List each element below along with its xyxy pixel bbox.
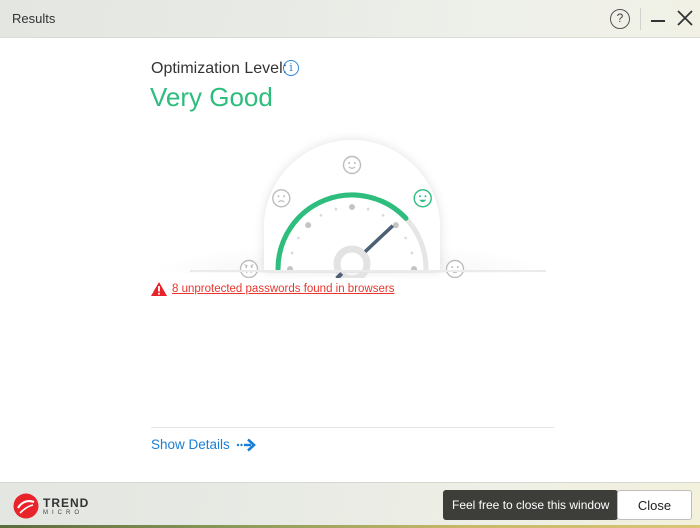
gauge-tick xyxy=(366,207,370,211)
gauge-tick xyxy=(349,204,355,210)
info-icon[interactable]: i xyxy=(283,60,299,76)
results-content: Optimization Level: i Very Good 8 unprot… xyxy=(0,38,700,482)
divider xyxy=(151,427,554,428)
close-button[interactable]: Close xyxy=(617,490,692,520)
brand-name: TREND xyxy=(43,495,90,510)
gauge-graphic xyxy=(239,140,465,278)
gauge-tick xyxy=(319,213,323,217)
close-hint-tooltip: Feel free to close this window xyxy=(443,490,625,520)
sad-face-icon xyxy=(272,189,291,208)
gauge-tick xyxy=(381,213,385,217)
gauge-tick xyxy=(296,236,300,240)
very-happy-face-icon xyxy=(445,259,465,278)
happy-face-icon xyxy=(413,189,432,208)
unprotected-passwords-link[interactable]: 8 unprotected passwords found in browser… xyxy=(172,283,394,295)
close-window-button[interactable] xyxy=(674,7,696,29)
gauge-tick xyxy=(305,222,312,229)
neutral-smile-face-icon xyxy=(342,155,362,175)
dotted-arrow-right-icon xyxy=(236,438,256,451)
title-bar: Results ? xyxy=(0,0,700,38)
trend-micro-logo: TREND MICRO xyxy=(13,493,89,519)
gauge-tick xyxy=(290,251,294,255)
gauge-tick xyxy=(404,236,408,240)
optimization-level-label: Optimization Level: xyxy=(151,60,288,77)
question-circle-icon: ? xyxy=(616,11,624,25)
brand-subname: MICRO xyxy=(43,509,83,516)
gauge-tick xyxy=(392,222,399,229)
window-title: Results xyxy=(12,11,56,26)
close-icon xyxy=(677,10,693,26)
gauge-tick xyxy=(334,207,338,211)
title-bar-separator xyxy=(640,8,641,30)
warning-triangle-icon xyxy=(151,282,167,296)
help-button[interactable]: ? xyxy=(610,9,630,29)
gauge-tick xyxy=(410,251,414,255)
password-warning: 8 unprotected passwords found in browser… xyxy=(151,282,394,296)
trend-micro-logo-icon xyxy=(13,493,39,519)
minimize-button[interactable] xyxy=(651,20,665,22)
angry-face-icon xyxy=(239,259,259,278)
show-details-link[interactable]: Show Details xyxy=(151,437,256,452)
show-details-label: Show Details xyxy=(151,437,230,452)
gauge-baseline xyxy=(190,270,546,272)
footer: TREND MICRO Feel free to close this wind… xyxy=(0,482,700,528)
optimization-gauge xyxy=(150,108,554,278)
